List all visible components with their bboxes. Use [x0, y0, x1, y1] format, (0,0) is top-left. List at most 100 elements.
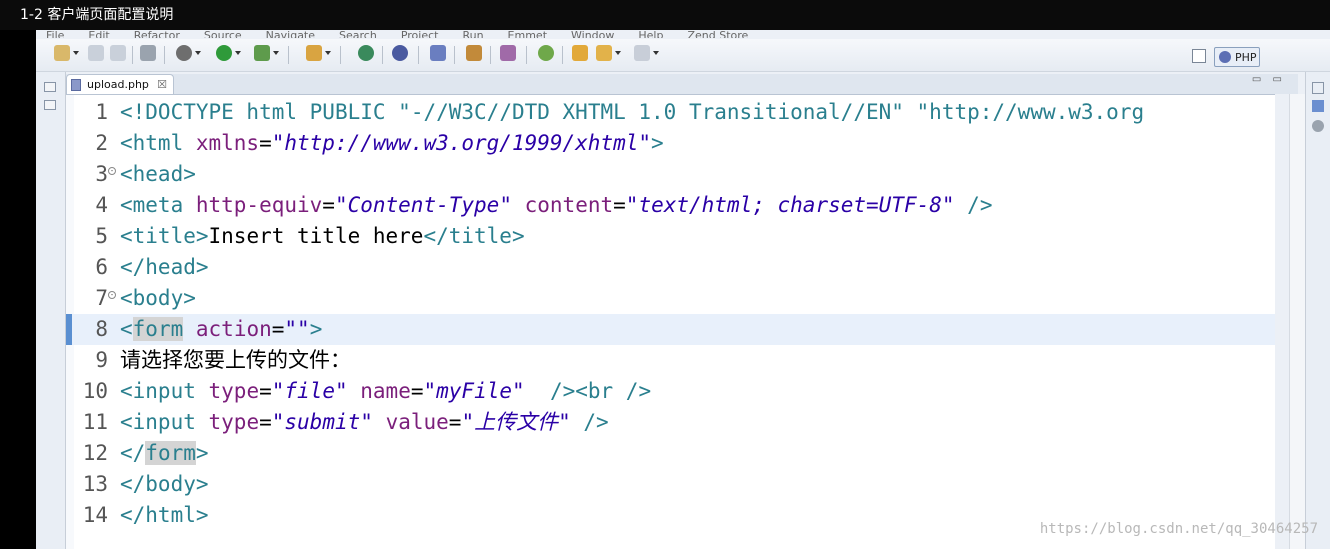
back-icon[interactable] [596, 45, 621, 61]
fold-toggle-icon[interactable]: - [108, 291, 116, 299]
menu-item[interactable]: Edit [88, 30, 109, 38]
toolbar-separator [454, 46, 455, 64]
code-text: <html xmlns="http://www.w3.org/1999/xhtm… [120, 128, 664, 159]
toolbar-separator [490, 46, 491, 64]
line-number: 10 [82, 379, 108, 403]
new-icon[interactable] [54, 45, 79, 61]
code-token: value [385, 410, 449, 434]
code-text: 请选择您要上传的文件： [120, 345, 351, 376]
toolbar-separator [132, 46, 133, 64]
code-line[interactable]: 11 <input type="submit" value="上传文件" /> [66, 407, 1275, 438]
pen-icon[interactable] [430, 45, 446, 61]
code-line[interactable]: 9 请选择您要上传的文件： [66, 345, 1275, 376]
code-token: form [132, 317, 184, 341]
code-line[interactable]: 1 <!DOCTYPE html PUBLIC "-//W3C//DTD XHTM… [66, 97, 1275, 128]
toolbar-separator [418, 46, 419, 64]
menu-item[interactable]: Navigate [266, 30, 315, 38]
toolbar-separator [382, 46, 383, 64]
save-icon[interactable] [88, 45, 104, 61]
code-token: form [145, 441, 196, 465]
code-token: "" [284, 317, 310, 341]
menu-bar: File Edit Refactor Source Navigate Search Proj… [36, 30, 1330, 38]
open-perspective-icon[interactable] [1192, 49, 1206, 63]
gear-icon[interactable] [1312, 120, 1324, 132]
palette-icon[interactable] [500, 45, 516, 61]
code-line[interactable]: 5 <title>Insert title here</title> [66, 221, 1275, 252]
run-icon[interactable] [216, 45, 241, 61]
toolbar-separator [164, 46, 165, 64]
external-tools-icon[interactable] [254, 45, 279, 61]
save-all-icon[interactable] [110, 45, 126, 61]
code-editor[interactable]: 1 <!DOCTYPE html PUBLIC "-//W3C//DTD XHTM… [66, 94, 1275, 549]
code-token: = [259, 131, 272, 155]
outline-view-icon[interactable] [1312, 100, 1324, 112]
deploy-icon[interactable] [306, 45, 331, 61]
code-token: = [259, 379, 272, 403]
code-token: > [309, 317, 323, 341]
menu-item[interactable]: Project [401, 30, 439, 38]
restore-icon[interactable] [1312, 82, 1324, 94]
toolbar-separator [526, 46, 527, 64]
code-text: <body> [120, 283, 196, 314]
menu-item[interactable]: Search [339, 30, 377, 38]
code-text: <head> [120, 159, 196, 190]
code-token: <html [120, 131, 196, 155]
code-line[interactable]: 6 </head> [66, 252, 1275, 283]
code-line[interactable]: 13 </body> [66, 469, 1275, 500]
code-line[interactable]: 3- <head> [66, 159, 1275, 190]
main-toolbar: PHP [36, 39, 1330, 72]
code-token: http-equiv [195, 193, 323, 217]
code-token: = [271, 317, 285, 341]
php-perspective-button[interactable]: PHP [1214, 47, 1260, 67]
print-icon[interactable] [140, 45, 156, 61]
minimize-maximize-controls[interactable]: ▭ ▭ [1252, 74, 1286, 85]
code-token: 请选择您要上传的文件： [120, 348, 351, 372]
debug-icon[interactable] [176, 45, 201, 61]
forward-icon[interactable] [634, 45, 659, 61]
vertical-scrollbar[interactable] [1289, 94, 1306, 549]
menu-item[interactable]: Emmet [508, 30, 547, 38]
code-token: type [208, 379, 260, 403]
menu-item[interactable]: File [46, 30, 64, 38]
code-token: > [651, 131, 664, 155]
back-history-icon[interactable] [572, 45, 588, 61]
info-icon[interactable] [392, 45, 408, 61]
code-line[interactable]: 12 </form> [66, 438, 1275, 469]
line-number: 1 [95, 100, 108, 124]
code-token: </html> [120, 503, 209, 527]
tab-upload-php[interactable]: upload.php ☒ [66, 74, 174, 94]
video-title: 1-2 客户端页面配置说明 [0, 0, 1330, 30]
code-token: Insert title here [208, 224, 424, 248]
chart-icon[interactable] [466, 45, 482, 61]
menu-item[interactable]: Help [638, 30, 663, 38]
close-icon[interactable]: ☒ [157, 75, 167, 94]
php-perspective-label: PHP [1235, 51, 1257, 64]
code-line[interactable]: 4 <meta http-equiv="Content-Type" content… [66, 190, 1275, 221]
menu-item[interactable]: Refactor [134, 30, 180, 38]
code-token: <input [120, 410, 209, 434]
line-number: 2 [95, 131, 108, 155]
code-token: "submit" [271, 410, 373, 434]
outline-icon[interactable] [44, 100, 56, 110]
code-token: action [195, 317, 272, 341]
menu-item[interactable]: Zend Store [687, 30, 748, 38]
plugin-icon[interactable] [538, 45, 554, 61]
code-token: "-//W3C//DTD XHTML 1.0 Transitional//EN"… [398, 100, 1145, 124]
menu-item[interactable]: Run [462, 30, 483, 38]
toolbar-separator [288, 46, 289, 64]
refresh-icon[interactable] [358, 45, 374, 61]
fold-toggle-icon[interactable]: - [108, 167, 116, 175]
code-line[interactable]: 7- <body> [66, 283, 1275, 314]
line-number: 11 [82, 410, 108, 434]
menu-item[interactable]: Source [204, 30, 242, 38]
code-line[interactable]: 2 <html xmlns="http://www.w3.org/1999/xht… [66, 128, 1275, 159]
line-number: 8 [95, 317, 108, 341]
menu-item[interactable]: Window [571, 30, 614, 38]
code-token: type [208, 410, 260, 434]
restore-icon[interactable] [44, 82, 56, 92]
code-token: = [259, 410, 272, 434]
code-text: </head> [120, 252, 209, 283]
code-line[interactable]: 10 <input type="file" name="myFile" /><br… [66, 376, 1275, 407]
code-line[interactable]: 8 <form action=""> [66, 314, 1275, 345]
